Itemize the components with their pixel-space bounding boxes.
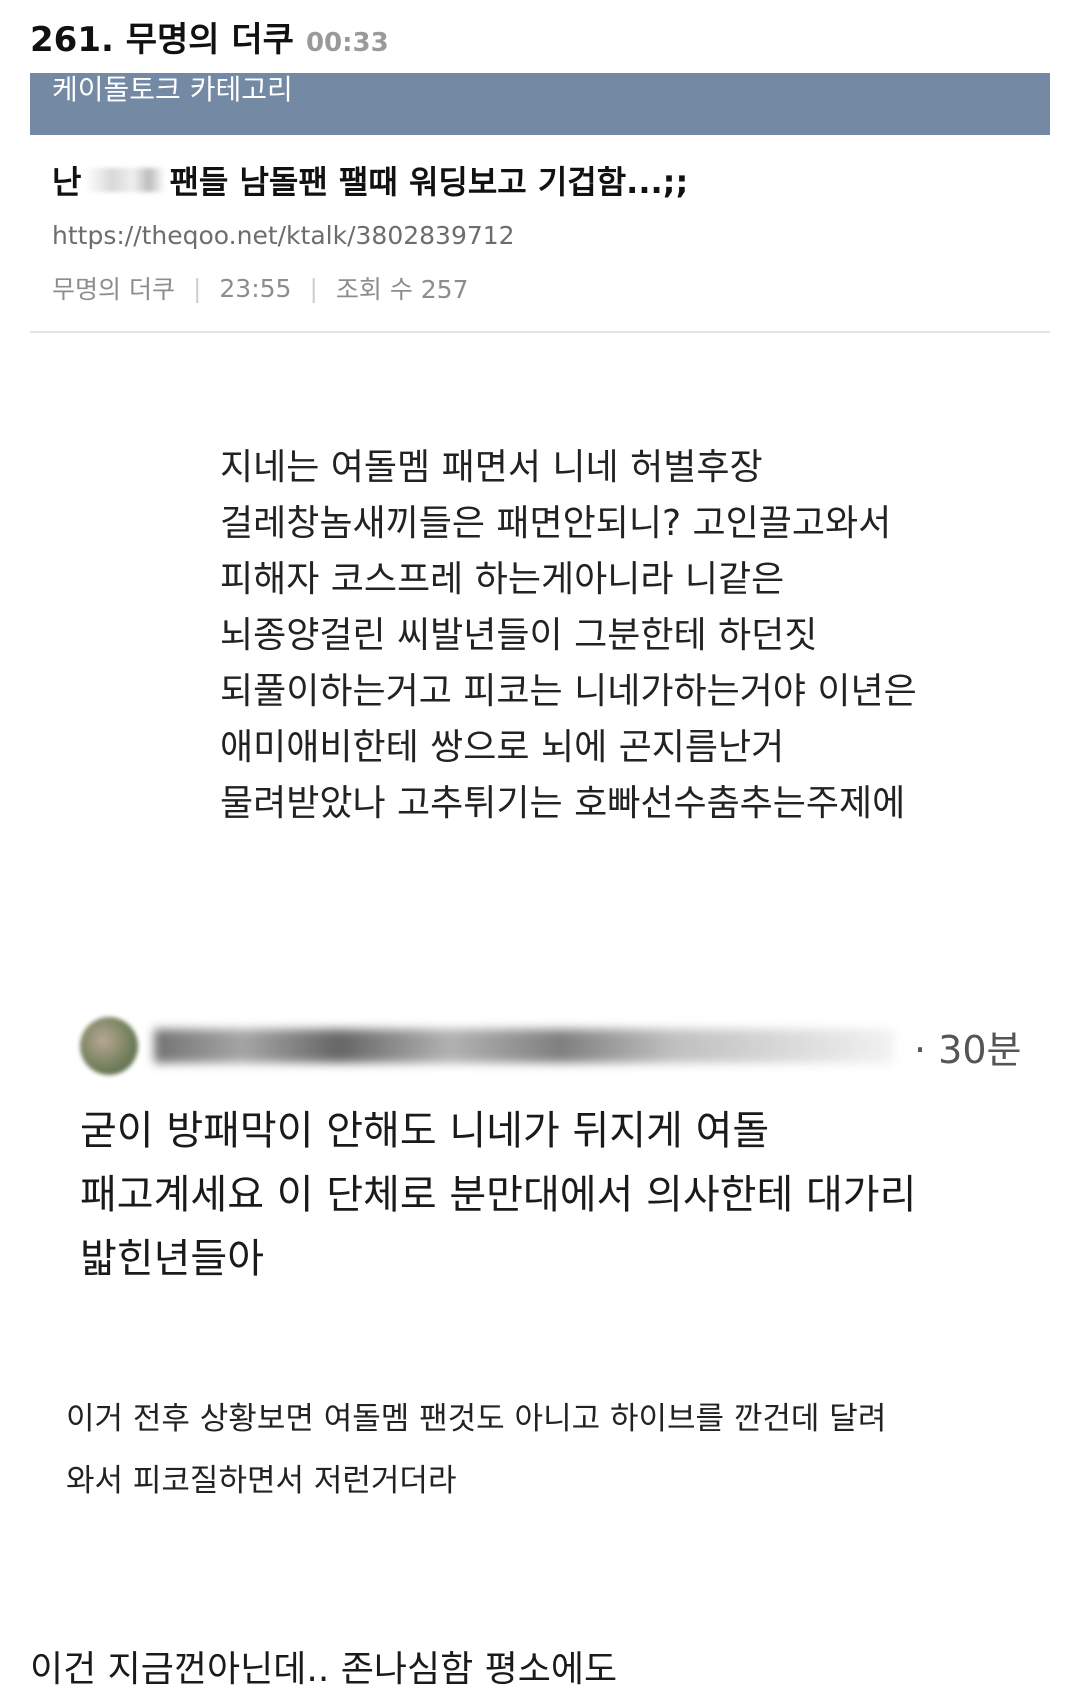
post-views: 조회 수 257 [335, 275, 469, 304]
comment-line: 와서 피코질하면서 저런거더라 [66, 1463, 457, 1499]
post-title-prefix: 난 [52, 163, 82, 201]
post-meta: 무명의 더쿠 | 23:55 | 조회 수 257 [52, 270, 1050, 306]
comment-header: 261. 무명의 더쿠 00:33 [30, 12, 389, 60]
tweet-line: 밟힌년들아 [80, 1236, 264, 1282]
comment-time: 00:33 [305, 28, 389, 58]
quote-line: 지네는 여돌멤 패면서 니네 허벌후장 [220, 447, 763, 488]
post-url[interactable]: https://theqoo.net/ktalk/3802839712 [52, 221, 1050, 250]
meta-divider: | [309, 273, 318, 303]
post-time: 23:55 [219, 273, 292, 303]
comment-number-author: 261. 무명의 더쿠 [30, 20, 294, 60]
tweet-header: · 30분 [80, 1015, 1030, 1077]
tweet-time: · 30분 [914, 1027, 1022, 1072]
quote-line: 물려받았나 고추튀기는 호빠선수춤추는주제에 [220, 783, 906, 824]
quote-line: 피해자 코스프레 하는게아니라 니같은 [220, 559, 785, 600]
category-bar: 케이돌토크 카테고리 [30, 73, 1050, 135]
quote-line: 되풀이하는거고 피코는 니네가하는거야 이년은 [220, 671, 917, 712]
quote-line: 뇌종양걸린 씨발년들이 그분한테 하던짓 [220, 615, 818, 656]
tweet-text: 굳이 방패막이 안해도 니네가 뒤지게 여돌 패고계세요 이 단체로 분만대에서… [80, 1099, 1030, 1291]
avatar [80, 1017, 138, 1075]
tweet-screenshot: · 30분 굳이 방패막이 안해도 니네가 뒤지게 여돌 패고계세요 이 단체로… [80, 1015, 1030, 1291]
crop-edge [200, 847, 1000, 877]
quote-line: 걸레창놈새끼들은 패면안되니? 고인끌고와서 [220, 503, 892, 544]
redacted-username-blur [154, 1029, 894, 1063]
tweet-line: 패고계세요 이 단체로 분만대에서 의사한테 대가리 [80, 1172, 917, 1218]
post-author: 무명의 더쿠 [52, 275, 175, 304]
post-title[interactable]: 난 팬들 남돌팬 팰때 워딩보고 기겁함...;; [52, 157, 1050, 203]
redacted-blur [85, 168, 166, 192]
post-title-suffix: 팬들 남돌팬 팰때 워딩보고 기겁함...;; [169, 163, 689, 201]
quote-line: 애미애비한테 쌍으로 뇌에 곤지름난거 [220, 727, 785, 768]
linked-post-card[interactable]: 케이돌토크 카테고리 난 팬들 남돌팬 팰때 워딩보고 기겁함...;; htt… [30, 73, 1050, 333]
tweet-line: 굳이 방패막이 안해도 니네가 뒤지게 여돌 [80, 1108, 770, 1154]
quoted-text-image: 지네는 여돌멤 패면서 니네 허벌후장 걸레창놈새끼들은 패면안되니? 고인끌고… [220, 440, 1000, 888]
comment-line: 이거 전후 상황보면 여돌멤 팬것도 아니고 하이브를 깐건데 달려 [66, 1401, 887, 1437]
meta-divider: | [192, 273, 202, 303]
comment-body: 이거 전후 상황보면 여돌멤 팬것도 아니고 하이브를 깐건데 달려 와서 피코… [66, 1388, 1026, 1512]
footer-text: 이건 지금껀아닌데.. 존나심함 평소에도 [30, 1649, 618, 1690]
